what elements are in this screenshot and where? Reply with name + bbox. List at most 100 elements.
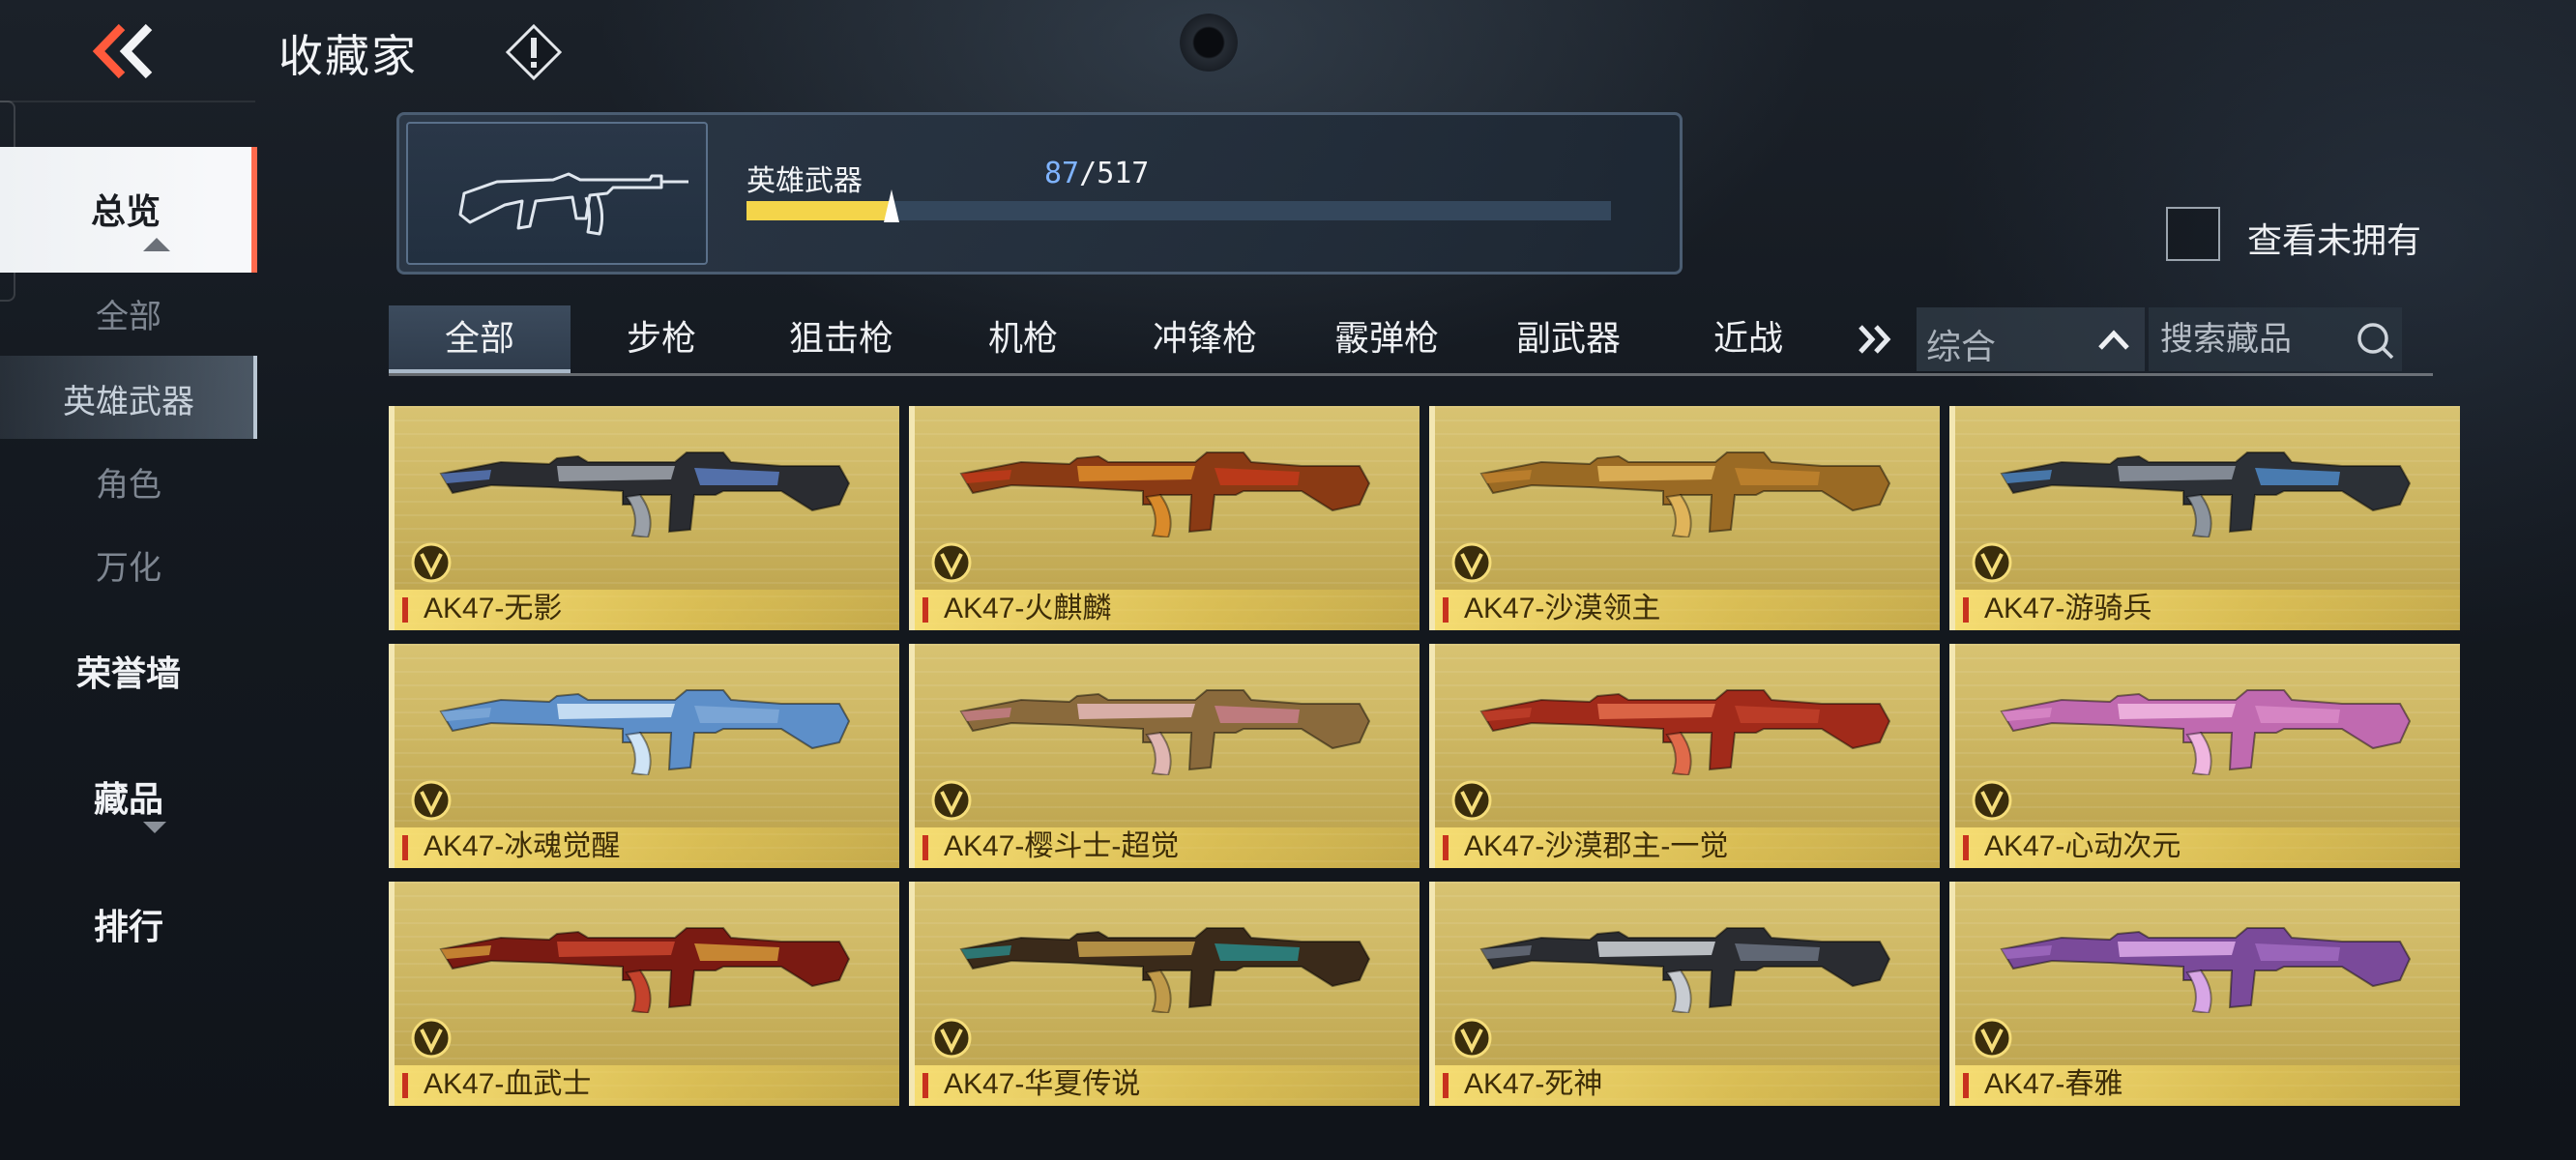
more-tabs-button[interactable] <box>1837 305 1911 373</box>
weapon-image <box>2000 451 2412 537</box>
weapon-card[interactable]: AK47-游骑兵 <box>1949 406 2460 630</box>
tab-machine-gun[interactable]: 机枪 <box>932 305 1114 373</box>
weapon-image <box>1479 927 1891 1013</box>
weapon-name-marker <box>1963 1073 1969 1098</box>
weapon-name: AK47-樱斗士-超觉 <box>944 830 1180 862</box>
weapon-name: AK47-沙漠郡主-一觉 <box>1464 830 1729 862</box>
tab-underline <box>389 373 2433 376</box>
weapon-card[interactable]: AK47-沙漠郡主-一觉 <box>1429 644 1940 868</box>
tab-shotgun[interactable]: 霰弹枪 <box>1296 305 1478 373</box>
page-title: 收藏家 <box>278 30 418 82</box>
weapon-card[interactable]: AK47-冰魂觉醒 <box>389 644 899 868</box>
weapon-name-marker <box>402 835 408 860</box>
collapse-arrow-icon <box>143 238 170 251</box>
v-badge-icon <box>1972 542 2012 583</box>
v-badge-icon <box>411 542 452 583</box>
expand-arrow-icon <box>143 822 166 833</box>
weapon-name-marker <box>1443 1073 1449 1098</box>
top-decoration <box>1180 14 1238 72</box>
progress-count: 87/517 <box>1044 157 1149 190</box>
weapon-card[interactable]: AK47-火麒麟 <box>909 406 1420 630</box>
show-unowned-label[interactable]: 查看未拥有 <box>2247 213 2421 263</box>
rifle-outline-icon <box>458 172 688 236</box>
count-separator: / <box>1079 157 1098 190</box>
sidebar-item-collection[interactable]: 藏品 <box>0 771 257 822</box>
weapon-card[interactable]: AK47-沙漠领主 <box>1429 406 1940 630</box>
weapon-card[interactable]: AK47-心动次元 <box>1949 644 2460 868</box>
v-badge-icon <box>1451 780 1492 821</box>
weapon-image <box>959 689 1371 775</box>
info-button[interactable] <box>505 23 563 81</box>
weapon-card[interactable]: AK47-血武士 <box>389 882 899 1106</box>
sort-selected-label: 综合 <box>1926 328 1997 367</box>
owned-count: 87 <box>1044 157 1080 190</box>
weapon-name: AK47-死神 <box>1464 1068 1603 1100</box>
weapon-name: AK47-心动次元 <box>1984 830 2181 862</box>
weapon-name-marker <box>922 835 928 860</box>
progress-marker <box>884 189 899 222</box>
double-chevron-left-icon <box>92 23 153 79</box>
weapon-name-marker <box>922 1073 928 1098</box>
weapon-card[interactable]: AK47-樱斗士-超觉 <box>909 644 1420 868</box>
weapon-name-marker <box>1443 835 1449 860</box>
weapon-name-marker <box>922 597 928 623</box>
sidebar-subitem-all[interactable]: 全部 <box>0 290 257 337</box>
weapon-name: AK47-火麒麟 <box>944 593 1112 624</box>
v-badge-icon <box>931 1018 972 1058</box>
tab-smg[interactable]: 冲锋枪 <box>1114 305 1296 373</box>
sidebar-subitem-characters[interactable]: 角色 <box>0 458 257 506</box>
show-unowned-checkbox[interactable] <box>2166 207 2220 261</box>
progress-label: 英雄武器 <box>746 164 863 198</box>
sidebar-item-overview-label: 总览 <box>90 192 161 232</box>
weapon-name: AK47-血武士 <box>424 1068 592 1100</box>
weapon-image <box>959 927 1371 1013</box>
sidebar-subitem-wanhua[interactable]: 万化 <box>0 541 257 589</box>
sidebar-divider <box>0 101 255 102</box>
weapon-name-marker <box>1443 597 1449 623</box>
weapon-name: AK47-华夏传说 <box>944 1068 1141 1100</box>
double-chevron-right-icon <box>1859 325 1891 354</box>
search-input[interactable] <box>2160 311 2350 367</box>
tab-sniper[interactable]: 狙击枪 <box>750 305 932 373</box>
weapon-card[interactable]: AK47-华夏传说 <box>909 882 1420 1106</box>
weapon-image <box>439 451 851 537</box>
weapon-name-marker <box>402 597 408 623</box>
total-count: 517 <box>1097 157 1150 190</box>
chevron-up-icon[interactable] <box>2093 319 2135 362</box>
v-badge-icon <box>1451 1018 1492 1058</box>
weapon-image <box>2000 927 2412 1013</box>
weapon-card[interactable]: AK47-春雅 <box>1949 882 2460 1106</box>
v-badge-icon <box>931 542 972 583</box>
search-icon[interactable] <box>2352 317 2398 363</box>
progress-fill <box>746 201 892 220</box>
v-badge-icon <box>1451 542 1492 583</box>
sidebar-item-ranking[interactable]: 排行 <box>0 899 257 949</box>
weapon-image <box>1479 689 1891 775</box>
weapon-name-marker <box>1963 597 1969 623</box>
weapon-image <box>439 927 851 1013</box>
weapon-name-marker <box>402 1073 408 1098</box>
weapon-name-marker <box>1963 835 1969 860</box>
v-badge-icon <box>1972 1018 2012 1058</box>
progress-weapon-frame <box>406 122 708 265</box>
tab-rifle[interactable]: 步枪 <box>571 305 752 373</box>
weapon-card[interactable]: AK47-无影 <box>389 406 899 630</box>
weapon-name: AK47-春雅 <box>1984 1068 2123 1100</box>
weapon-image <box>439 689 851 775</box>
tab-all[interactable]: 全部 <box>389 305 571 373</box>
exclamation-diamond-icon <box>505 23 563 81</box>
sidebar-subitem-hero-weapons[interactable]: 英雄武器 <box>0 375 257 422</box>
weapon-image <box>2000 689 2412 775</box>
v-badge-icon <box>1972 780 2012 821</box>
v-badge-icon <box>411 1018 452 1058</box>
sidebar-item-honor-wall[interactable]: 荣誉墙 <box>0 646 257 696</box>
weapon-image <box>1479 451 1891 537</box>
tab-secondary[interactable]: 副武器 <box>1478 305 1659 373</box>
weapon-name: AK47-无影 <box>424 593 563 624</box>
back-button[interactable] <box>89 21 164 81</box>
weapon-card[interactable]: AK47-死神 <box>1429 882 1940 1106</box>
tab-melee[interactable]: 近战 <box>1657 305 1839 373</box>
v-badge-icon <box>411 780 452 821</box>
v-badge-icon <box>931 780 972 821</box>
weapon-name: AK47-游骑兵 <box>1984 593 2152 624</box>
